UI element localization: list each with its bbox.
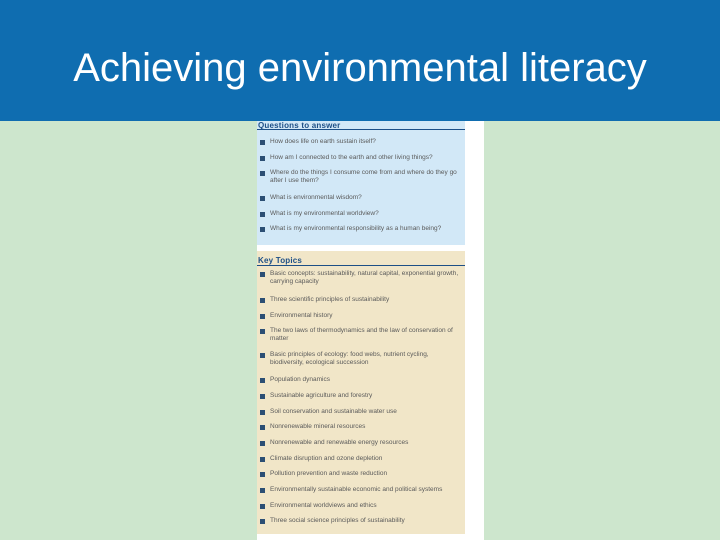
square-bullet-icon bbox=[260, 227, 265, 232]
square-bullet-icon bbox=[260, 410, 265, 415]
square-bullet-icon bbox=[260, 504, 265, 509]
slide-title: Achieving environmental literacy bbox=[73, 46, 647, 90]
square-bullet-icon bbox=[260, 314, 265, 319]
square-bullet-icon bbox=[260, 394, 265, 399]
key-topics-divider bbox=[257, 265, 465, 266]
key-topics-heading: Key Topics bbox=[258, 256, 303, 265]
square-bullet-icon bbox=[260, 171, 265, 176]
topic-text: Pollution prevention and waste reduction bbox=[270, 470, 388, 477]
topic-text: Sustainable agriculture and forestry bbox=[270, 392, 373, 399]
title-bar: Achieving environmental literacy bbox=[0, 0, 720, 121]
square-bullet-icon bbox=[260, 457, 265, 462]
topic-text: Climate disruption and ozone depletion bbox=[270, 455, 383, 462]
topic-text: Three scientific principles of sustainab… bbox=[270, 296, 390, 303]
topic-text: Nonrenewable mineral resources bbox=[270, 423, 366, 430]
square-bullet-icon bbox=[260, 378, 265, 383]
square-bullet-icon bbox=[260, 196, 265, 201]
square-bullet-icon bbox=[260, 329, 265, 334]
literacy-figure: Questions to answer How does life on ear… bbox=[257, 121, 484, 540]
question-text: How does life on earth sustain itself? bbox=[270, 138, 376, 145]
square-bullet-icon bbox=[260, 272, 265, 277]
square-bullet-icon bbox=[260, 298, 265, 303]
questions-divider bbox=[257, 129, 465, 130]
square-bullet-icon bbox=[260, 140, 265, 145]
topic-text: Environmentally sustainable economic and… bbox=[270, 486, 443, 493]
topic-text: Three social science principles of susta… bbox=[270, 517, 405, 524]
square-bullet-icon bbox=[260, 212, 265, 217]
topic-text: Soil conservation and sustainable water … bbox=[270, 408, 397, 415]
question-text: What is environmental wisdom? bbox=[270, 194, 362, 201]
topic-text: Environmental worldviews and ethics bbox=[270, 502, 377, 509]
topic-text: Basic concepts: sustainability, natural … bbox=[270, 270, 459, 285]
question-text: How am I connected to the earth and othe… bbox=[270, 154, 433, 161]
topic-text: Nonrenewable and renewable energy resour… bbox=[270, 439, 409, 446]
square-bullet-icon bbox=[260, 156, 265, 161]
square-bullet-icon bbox=[260, 519, 265, 524]
question-text: What is my environmental responsibility … bbox=[270, 225, 442, 232]
topic-text: Basic principles of ecology: food webs, … bbox=[270, 351, 429, 366]
topic-text: Population dynamics bbox=[270, 376, 330, 383]
question-text: What is my environmental worldview? bbox=[270, 210, 379, 217]
topic-text: The two laws of thermodynamics and the l… bbox=[270, 327, 453, 342]
square-bullet-icon bbox=[260, 488, 265, 493]
questions-section: Questions to answer How does life on ear… bbox=[257, 121, 465, 245]
topic-text: Environmental history bbox=[270, 312, 333, 319]
square-bullet-icon bbox=[260, 353, 265, 358]
question-text: Where do the things I consume come from … bbox=[270, 169, 457, 184]
square-bullet-icon bbox=[260, 472, 265, 477]
square-bullet-icon bbox=[260, 425, 265, 430]
square-bullet-icon bbox=[260, 441, 265, 446]
key-topics-section: Key Topics Basic concepts: sustainabilit… bbox=[257, 251, 465, 534]
